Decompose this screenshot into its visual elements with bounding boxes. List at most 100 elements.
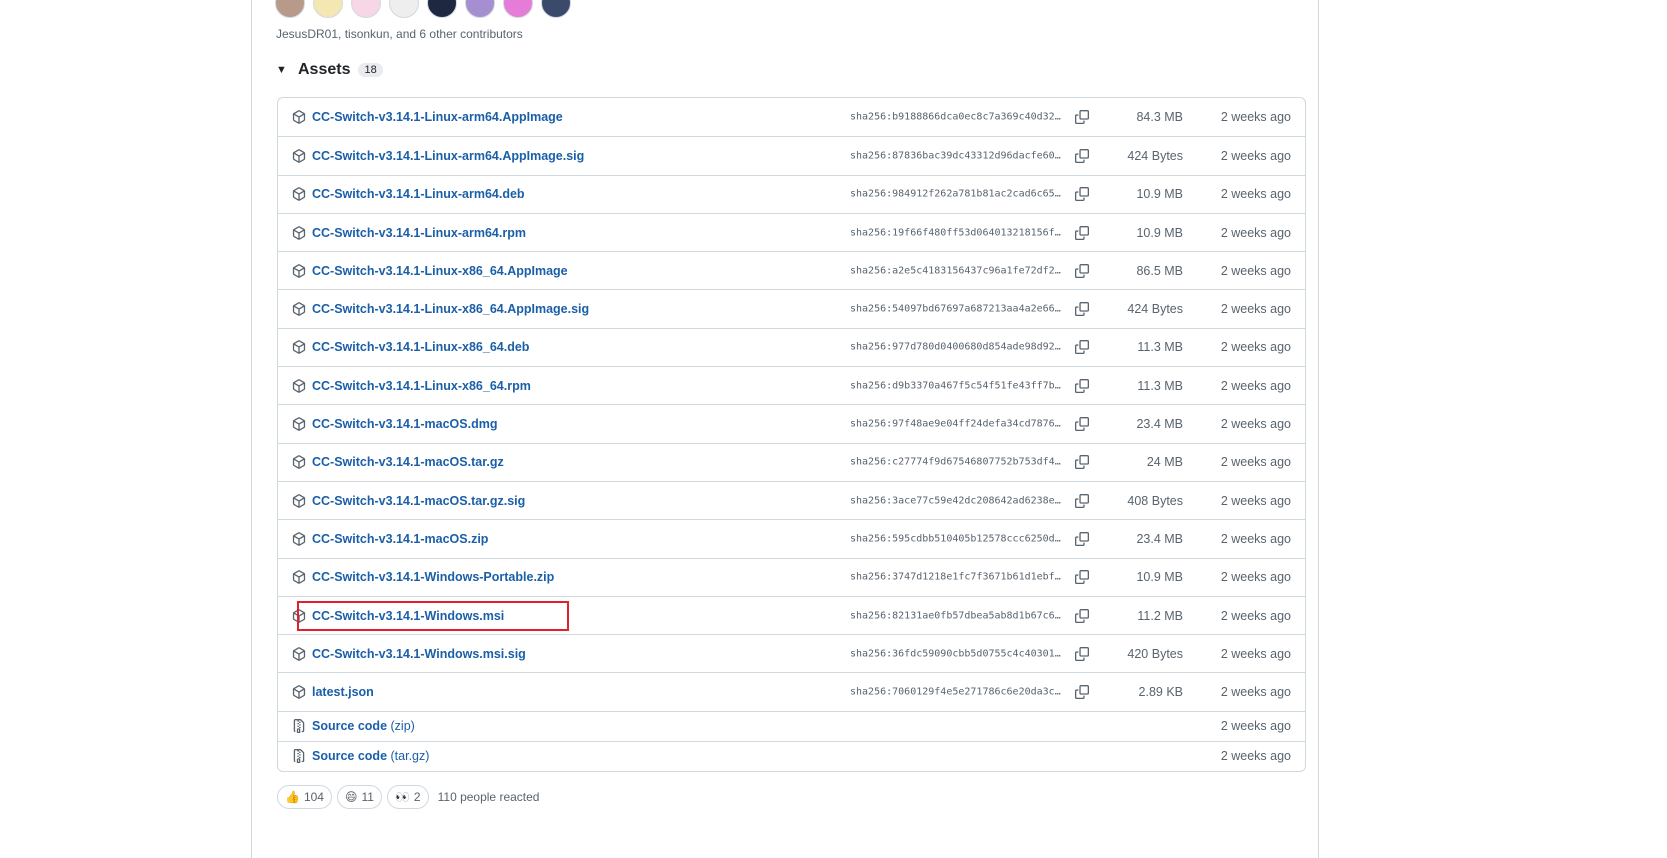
caret-down-icon[interactable]: ▼ [276,64,290,76]
copy-icon[interactable] [1075,148,1089,163]
asset-link[interactable]: CC-Switch-v3.14.1-Linux-x86_64.deb [312,340,529,354]
asset-date: 2 weeks ago [1220,608,1291,623]
asset-sha: sha256:b9188866dca0ec8c7a369c40d324f… [850,111,1065,123]
asset-size: 11.3 MB [1137,378,1183,393]
copy-icon[interactable] [1075,340,1089,355]
copy-icon[interactable] [1075,302,1089,317]
asset-link[interactable]: CC-Switch-v3.14.1-macOS.tar.gz.sig [312,494,525,508]
avatar[interactable] [541,0,571,18]
source-code-row: Source code (zip) 2 weeks ago [278,710,1305,741]
copy-icon[interactable] [1075,685,1089,700]
assets-title: Assets [298,61,351,78]
reactions-summary: 110 people reacted [437,790,540,804]
asset-date: 2 weeks ago [1220,646,1291,661]
asset-size: 424 Bytes [1127,302,1183,317]
copy-icon[interactable] [1075,646,1089,661]
asset-date: 2 weeks ago [1220,417,1291,432]
copy-icon[interactable] [1075,378,1089,393]
asset-link[interactable]: latest.json [312,685,374,699]
copy-icon[interactable] [1075,110,1089,125]
asset-row: CC-Switch-v3.14.1-Linux-x86_64.AppImage s… [278,251,1305,289]
asset-row: CC-Switch-v3.14.1-macOS.tar.gz.sig sha256… [278,480,1305,519]
laugh-icon: 😄 [344,790,358,804]
asset-date: 2 weeks ago [1220,719,1291,734]
reaction-button[interactable]: 👀 2 [386,785,429,809]
copy-icon[interactable] [1075,187,1089,202]
asset-date: 2 weeks ago [1220,685,1291,700]
asset-link[interactable]: CC-Switch-v3.14.1-Linux-arm64.rpm [312,226,526,240]
asset-link[interactable]: CC-Switch-v3.14.1-Linux-x86_64.AppImage [312,264,568,278]
asset-size: 84.3 MB [1136,110,1183,125]
source-code-link[interactable]: Source code (tar.gz) [312,749,429,763]
asset-sha: sha256:3ace77c59e42dc208642ad6238e31… [850,495,1065,507]
source-code-format: (zip) [390,719,415,734]
asset-sha: sha256:3747d1218e1fc7f3671b61d1ebf05… [850,571,1065,583]
reaction-count: 11 [361,790,374,804]
copy-icon[interactable] [1075,455,1089,470]
avatar[interactable] [465,0,495,18]
asset-size: 10.9 MB [1136,225,1183,240]
asset-size: 2.89 KB [1138,685,1183,700]
asset-link[interactable]: CC-Switch-v3.14.1-Linux-x86_64.AppImage.… [312,302,589,316]
asset-size: 11.3 MB [1137,340,1183,355]
asset-link[interactable]: CC-Switch-v3.14.1-Windows-Portable.zip [312,570,554,584]
asset-row: latest.json sha256:7060129f4e5e271786c6e2… [278,672,1305,710]
asset-link[interactable]: CC-Switch-v3.14.1-Linux-x86_64.rpm [312,379,531,393]
asset-link[interactable]: CC-Switch-v3.14.1-Linux-arm64.deb [312,187,525,201]
asset-size: 23.4 MB [1136,531,1183,546]
asset-link[interactable]: CC-Switch-v3.14.1-macOS.dmg [312,417,497,431]
asset-size: 10.9 MB [1136,187,1183,202]
asset-link[interactable]: CC-Switch-v3.14.1-Windows.msi.sig [312,647,526,661]
reaction-button[interactable]: 😄 11 [336,785,382,809]
avatar[interactable] [351,0,381,18]
copy-icon[interactable] [1075,608,1089,623]
asset-sha: sha256:c27774f9d67546807752b753df4c9… [850,456,1065,468]
asset-sha: sha256:d9b3370a467f5c54f51fe43ff7b9a… [850,380,1065,392]
asset-date: 2 weeks ago [1220,340,1291,355]
asset-link[interactable]: CC-Switch-v3.14.1-macOS.tar.gz [312,455,504,469]
asset-row: CC-Switch-v3.14.1-Linux-x86_64.rpm sha256… [278,366,1305,404]
package-icon [292,378,306,393]
asset-date: 2 weeks ago [1220,378,1291,393]
package-icon [292,340,306,355]
asset-sha: sha256:a2e5c4183156437c96a1fe72df2a7… [850,265,1065,277]
asset-row: CC-Switch-v3.14.1-Linux-x86_64.deb sha256… [278,327,1305,366]
copy-icon[interactable] [1075,225,1089,240]
package-icon [292,608,306,623]
avatar[interactable] [389,0,419,18]
asset-link[interactable]: CC-Switch-v3.14.1-Linux-arm64.AppImage [312,110,563,124]
asset-row: CC-Switch-v3.14.1-Windows.msi.sig sha256:… [278,634,1305,672]
copy-icon[interactable] [1075,493,1089,508]
assets-header[interactable]: ▼ Assets 18 [276,61,383,79]
asset-link[interactable]: CC-Switch-v3.14.1-Linux-arm64.AppImage.s… [312,149,584,163]
file-zip-icon [292,719,306,734]
asset-row: CC-Switch-v3.14.1-Linux-x86_64.AppImage.… [278,289,1305,327]
assets-count-badge: 18 [358,63,383,77]
copy-icon[interactable] [1075,263,1089,278]
copy-icon[interactable] [1075,531,1089,546]
asset-row: CC-Switch-v3.14.1-Linux-arm64.AppImage sh… [278,98,1305,136]
package-icon [292,455,306,470]
asset-sha: sha256:984912f262a781b81ac2cad6c6528… [850,188,1065,200]
avatar[interactable] [313,0,343,18]
asset-row: CC-Switch-v3.14.1-macOS.zip sha256:595cdb… [278,519,1305,557]
avatar[interactable] [427,0,457,18]
asset-date: 2 weeks ago [1220,455,1291,470]
asset-link[interactable]: CC-Switch-v3.14.1-macOS.zip [312,532,488,546]
source-code-format: (tar.gz) [390,749,430,764]
copy-icon[interactable] [1075,417,1089,432]
asset-size: 11.2 MB [1137,608,1183,623]
reactions-bar: 👍 104 😄 11 👀 2 110 people reacted [277,785,539,809]
asset-date: 2 weeks ago [1220,749,1291,764]
source-code-link[interactable]: Source code (zip) [312,719,415,733]
asset-link[interactable]: CC-Switch-v3.14.1-Windows.msi [312,609,504,623]
asset-row: CC-Switch-v3.14.1-Linux-arm64.deb sha256:… [278,174,1305,213]
copy-icon[interactable] [1075,570,1089,585]
avatar[interactable] [275,0,305,18]
asset-sha: sha256:19f66f480ff53d064013218156f24… [850,227,1065,239]
avatar[interactable] [503,0,533,18]
asset-sha: sha256:7060129f4e5e271786c6e20da3cda… [850,686,1065,698]
reaction-count: 104 [303,790,324,804]
reaction-button[interactable]: 👍 104 [277,785,332,809]
package-icon [292,646,306,661]
